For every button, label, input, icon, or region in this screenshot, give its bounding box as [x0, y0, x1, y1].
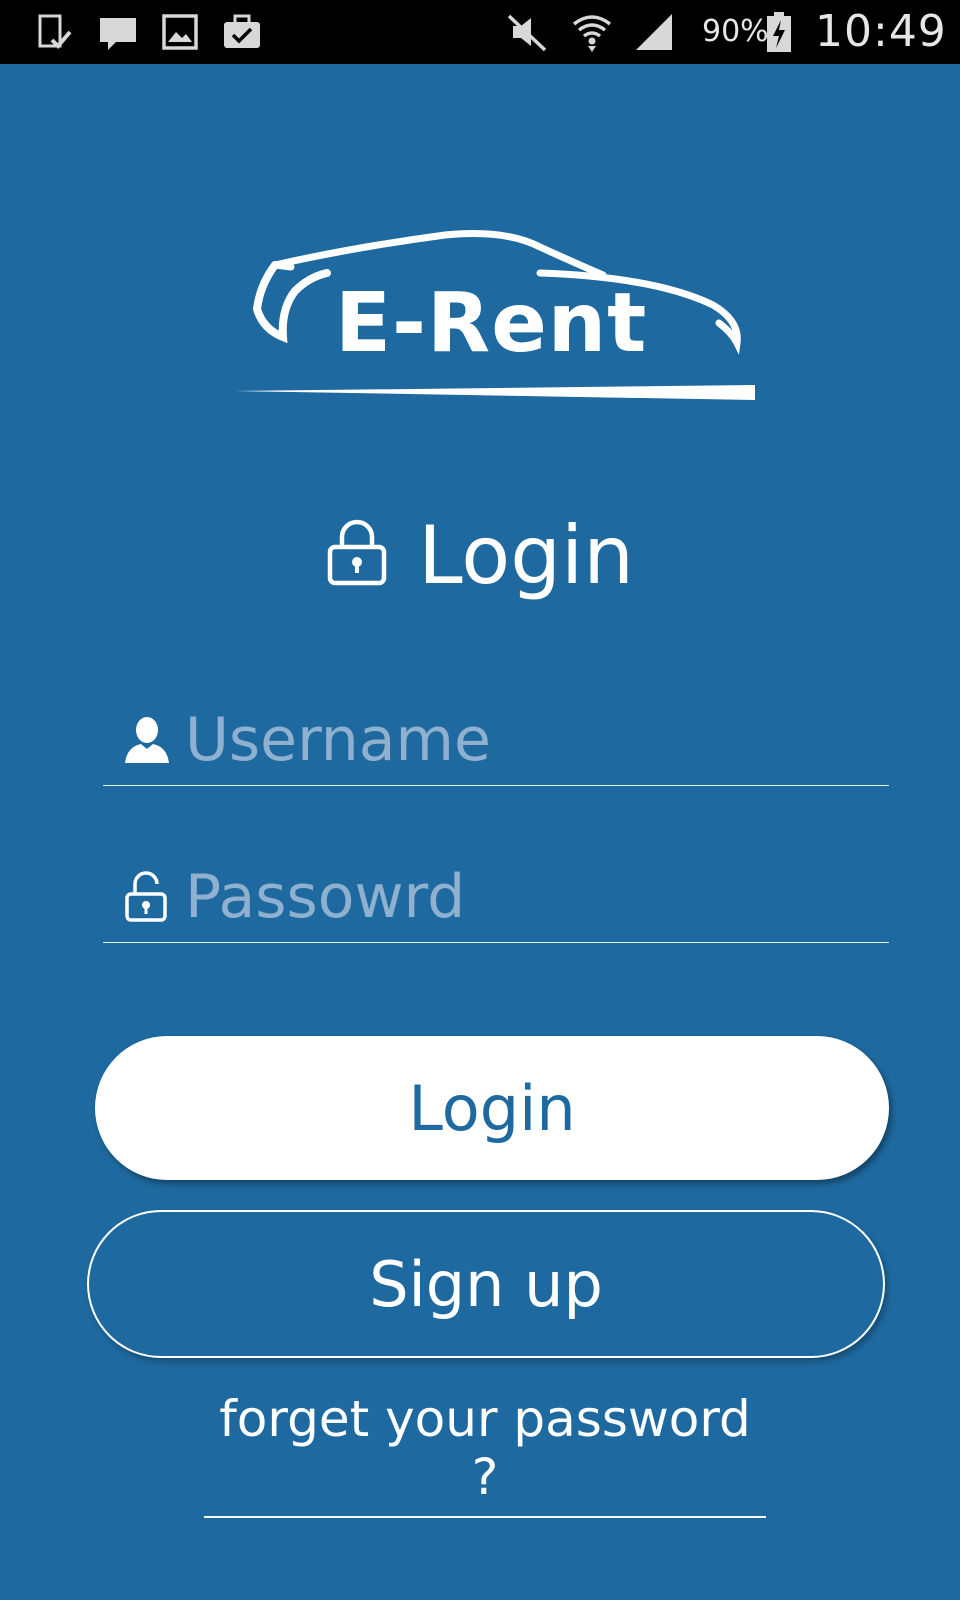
login-button[interactable]: Login: [95, 1036, 889, 1180]
signup-button[interactable]: Sign up: [87, 1210, 885, 1358]
clock: 10:49: [815, 6, 947, 57]
page-title: Login: [418, 508, 634, 602]
image-icon: [158, 10, 202, 54]
username-input[interactable]: [185, 695, 875, 785]
battery-charging-icon: [764, 10, 794, 54]
login-heading: Login: [0, 505, 960, 605]
wifi-icon: [570, 10, 614, 54]
lock-icon: [326, 517, 388, 587]
download-check-icon: [32, 10, 76, 54]
user-icon: [123, 713, 171, 767]
status-bar: 90% 10:49: [0, 0, 960, 64]
forgot-password-link[interactable]: forget your password ?: [204, 1390, 766, 1518]
username-field: [103, 695, 889, 786]
message-icon: [96, 10, 140, 54]
unlock-icon: [123, 870, 171, 924]
battery-percent: 90%: [702, 14, 769, 49]
password-input[interactable]: [185, 852, 875, 942]
app-logo: E-Rent: [235, 225, 775, 415]
briefcase-check-icon: [220, 10, 264, 54]
signal-icon: [632, 10, 676, 54]
mute-icon: [505, 10, 549, 54]
brand-name: E-Rent: [335, 276, 648, 371]
password-field: [103, 852, 889, 943]
